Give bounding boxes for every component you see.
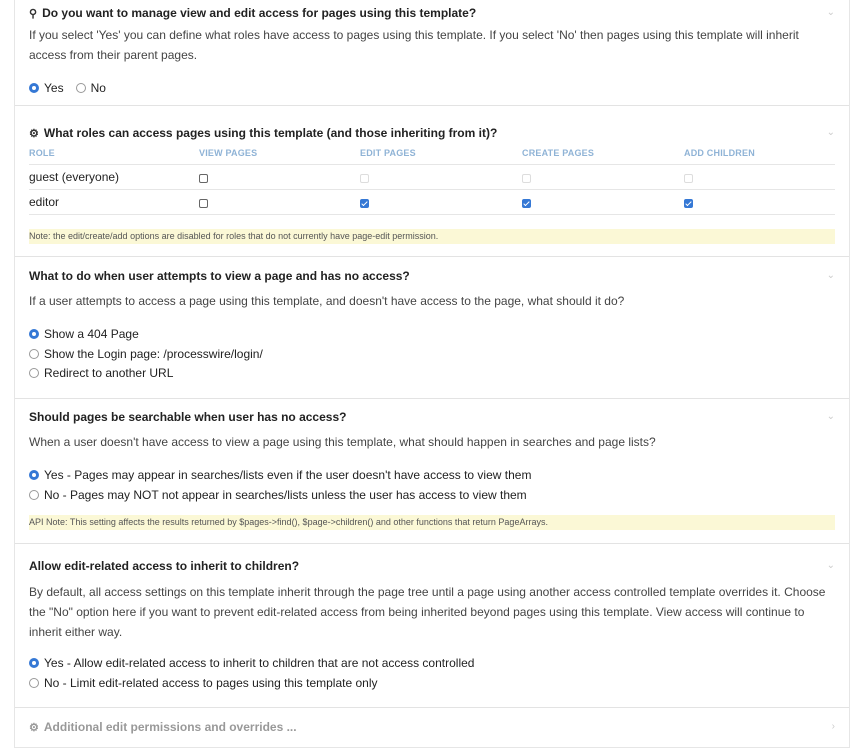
section-searchable: Should pages be searchable when user has… [15, 399, 849, 544]
section-no-access-action: What to do when user attempts to view a … [15, 257, 849, 399]
edit-pages-checkbox[interactable] [360, 199, 369, 208]
section-manage-access: ⚲ Do you want to manage view and edit acc… [15, 0, 849, 106]
section-roles-table: ⚙ What roles can access pages using this … [15, 106, 849, 257]
role-name: editor [29, 195, 60, 209]
column-header-add-children: ADD CHILDREN [684, 148, 755, 158]
radio-button-selected[interactable] [29, 470, 39, 480]
section-title-searchable[interactable]: Should pages be searchable when user has… [29, 410, 346, 424]
column-header-view-pages: VIEW PAGES [199, 148, 258, 158]
gear-icon: ⚙ [29, 722, 39, 734]
section-title-inherit[interactable]: Allow edit-related access to inherit to … [29, 559, 299, 573]
section-title-no-access[interactable]: What to do when user attempts to view a … [29, 269, 410, 283]
add-children-checkbox [684, 174, 693, 183]
radio-searchable-yes[interactable]: Yes - Pages may appear in searches/lists… [29, 468, 531, 482]
chevron-down-icon[interactable]: ⌄ [827, 7, 835, 18]
role-name: guest (everyone) [29, 170, 120, 184]
key-icon: ⚲ [29, 8, 38, 20]
radio-redirect-url[interactable]: Redirect to another URL [29, 366, 173, 380]
radio-button[interactable] [75, 83, 86, 93]
add-children-checkbox[interactable] [684, 199, 693, 208]
table-row: editor [29, 189, 835, 215]
chevron-down-icon[interactable]: ⌄ [827, 127, 835, 138]
radio-button[interactable] [29, 490, 39, 500]
section-description: If a user attempts to access a page usin… [29, 294, 625, 308]
radio-searchable-no[interactable]: No - Pages may NOT not appear in searche… [29, 488, 527, 502]
column-header-create-pages: CREATE PAGES [522, 148, 595, 158]
table-row: guest (everyone) [29, 164, 835, 189]
radio-show-404[interactable]: Show a 404 Page [29, 327, 139, 341]
gears-icon: ⚙ [29, 128, 39, 140]
roles-table: ROLE VIEW PAGES EDIT PAGES CREATE PAGES … [29, 148, 835, 218]
view-pages-checkbox[interactable] [199, 199, 208, 208]
radio-yes[interactable]: Yes No [29, 81, 106, 95]
radio-button-selected[interactable] [29, 329, 39, 339]
chevron-down-icon[interactable]: ⌄ [827, 560, 835, 571]
chevron-down-icon[interactable]: ⌄ [827, 270, 835, 281]
chevron-down-icon[interactable]: ⌄ [827, 411, 835, 422]
radio-inherit-yes[interactable]: Yes - Allow edit-related access to inher… [29, 656, 474, 670]
permission-note: Note: the edit/create/add options are di… [29, 229, 835, 244]
edit-pages-checkbox [360, 174, 369, 183]
column-header-role: ROLE [29, 148, 55, 158]
section-title-manage-access[interactable]: ⚲ Do you want to manage view and edit acc… [29, 6, 476, 20]
section-description: When a user doesn't have access to view … [29, 435, 656, 449]
view-pages-checkbox[interactable] [199, 174, 208, 183]
radio-show-login[interactable]: Show the Login page: /processwire/login/ [29, 347, 263, 361]
section-additional-permissions[interactable]: ⚙ Additional edit permissions and overrid… [15, 708, 849, 748]
chevron-right-icon[interactable]: › [832, 721, 835, 732]
radio-button-selected[interactable] [29, 83, 39, 93]
radio-button[interactable] [29, 349, 39, 359]
section-title-roles[interactable]: ⚙ What roles can access pages using this … [29, 126, 497, 140]
section-inherit-edit: Allow edit-related access to inherit to … [15, 544, 849, 708]
section-title-additional[interactable]: ⚙ Additional edit permissions and overrid… [29, 720, 297, 734]
create-pages-checkbox[interactable] [522, 199, 531, 208]
access-panel: ⚲ Do you want to manage view and edit acc… [14, 0, 850, 748]
api-note: API Note: This setting affects the resul… [29, 515, 835, 530]
radio-inherit-no[interactable]: No - Limit edit-related access to pages … [29, 676, 378, 690]
create-pages-checkbox [522, 174, 531, 183]
radio-button[interactable] [29, 678, 39, 688]
radio-button-selected[interactable] [29, 658, 39, 668]
section-description: By default, all access settings on this … [29, 585, 826, 639]
radio-button[interactable] [29, 368, 39, 378]
section-description: If you select 'Yes' you can define what … [29, 28, 799, 62]
column-header-edit-pages: EDIT PAGES [360, 148, 416, 158]
